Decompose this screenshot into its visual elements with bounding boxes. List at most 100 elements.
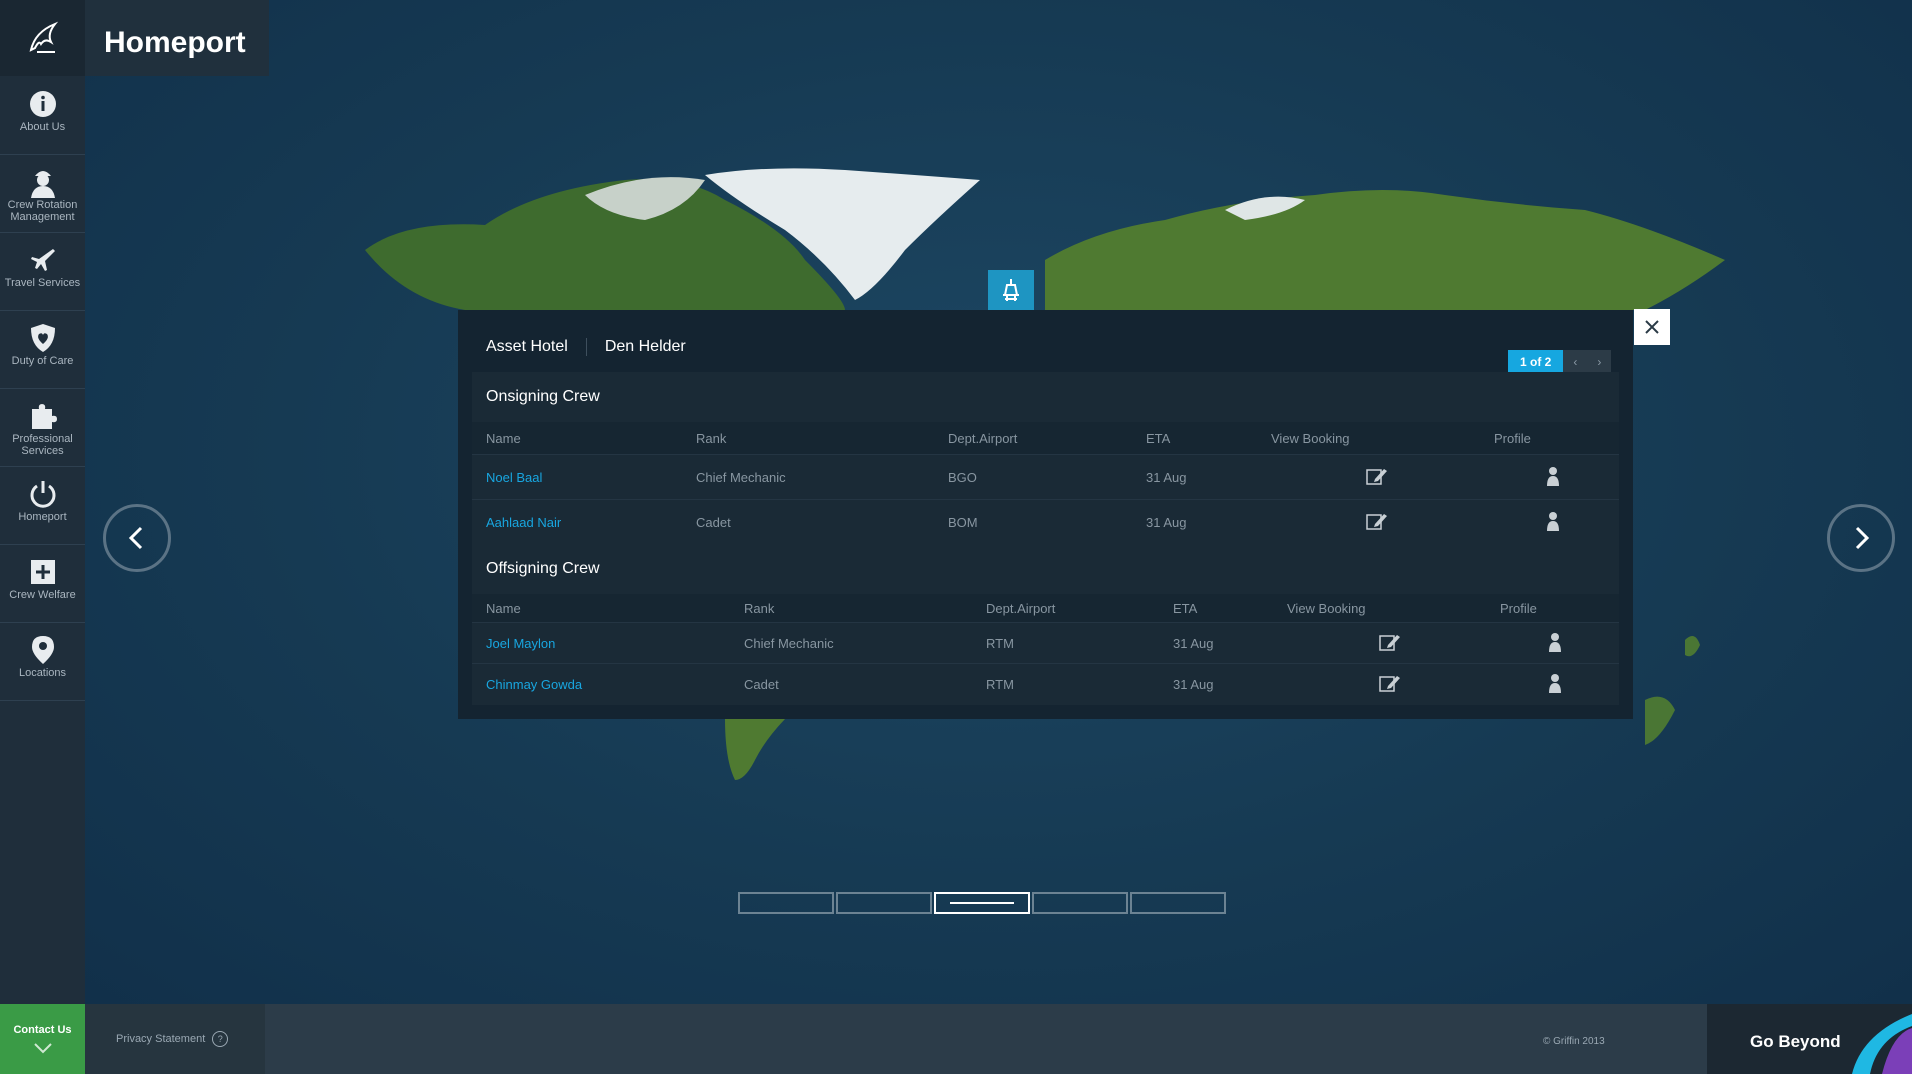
column-header: Profile <box>1494 422 1619 455</box>
onsigning-title: Onsigning Crew <box>486 388 600 405</box>
crew-details-modal: Asset Hotel Den Helder 1 of 2 ‹ › Onsign… <box>458 309 1670 719</box>
crew-name-link[interactable]: Noel Baal <box>472 454 696 500</box>
carousel-pager <box>738 892 1228 914</box>
chevron-down-icon <box>33 1043 52 1054</box>
privacy-statement-link[interactable]: Privacy Statement ? <box>85 1004 265 1074</box>
airport-cell: BOM <box>948 499 1146 545</box>
close-icon <box>1645 320 1659 334</box>
pager-dot[interactable] <box>738 892 834 914</box>
edit-booking-icon[interactable] <box>1366 511 1388 534</box>
edit-booking-icon[interactable] <box>1366 466 1388 489</box>
sidebar-item-label: About Us <box>19 121 66 133</box>
column-header: ETA <box>1146 422 1271 455</box>
shield-icon <box>30 321 56 355</box>
plus-icon <box>30 555 56 589</box>
crew-name-link[interactable]: Joel Maylon <box>472 622 744 664</box>
airport-cell: BGO <box>948 454 1146 500</box>
rank-cell: Cadet <box>696 499 948 545</box>
sidebar-item-homeport[interactable]: Homeport <box>0 467 85 545</box>
privacy-label: Privacy Statement <box>116 1033 206 1045</box>
column-header: Name <box>472 594 744 623</box>
sidebar: About Us Crew Rotation Management Travel… <box>0 0 85 1074</box>
profile-icon[interactable] <box>1546 511 1560 534</box>
pager-dot[interactable] <box>836 892 932 914</box>
next-page-button[interactable]: › <box>1587 350 1612 374</box>
sidebar-item-label: Crew Rotation Management <box>7 199 78 223</box>
profile-icon[interactable] <box>1548 632 1562 655</box>
sidebar-item-about-us[interactable]: About Us <box>0 77 85 155</box>
eta-cell: 31 Aug <box>1173 663 1287 705</box>
column-header: Dept.Airport <box>948 422 1146 455</box>
sidebar-item-label: Duty of Care <box>11 355 74 367</box>
brand-swoosh-icon <box>1852 1014 1912 1074</box>
chevron-right-icon <box>1855 526 1870 550</box>
logo[interactable] <box>0 0 85 76</box>
plane-icon <box>29 243 57 277</box>
table-row: Joel Maylon Chief Mechanic RTM 31 Aug <box>472 622 1619 664</box>
column-header: Name <box>472 422 696 455</box>
offsigning-title: Offsigning Crew <box>486 560 600 577</box>
column-header: View Booking <box>1287 594 1500 623</box>
table-header-row: Name Rank Dept.Airport ETA View Booking … <box>472 594 1619 623</box>
modal-header: Asset Hotel Den Helder <box>486 338 686 356</box>
next-arrow-button[interactable] <box>1827 504 1895 572</box>
profile-icon[interactable] <box>1548 673 1562 696</box>
pager-dot[interactable] <box>1130 892 1226 914</box>
eta-cell: 31 Aug <box>1173 622 1287 664</box>
oil-rig-icon <box>1003 279 1019 301</box>
offsigning-table: Name Rank Dept.Airport ETA View Booking … <box>472 594 1619 705</box>
sidebar-item-crew-rotation[interactable]: Crew Rotation Management <box>0 155 85 233</box>
tagline: Go Beyond <box>1750 1032 1841 1051</box>
previous-arrow-button[interactable] <box>103 504 171 572</box>
app-title: Homeport <box>85 0 269 76</box>
puzzle-icon <box>28 399 58 433</box>
contact-us-button[interactable]: Contact Us <box>0 1004 85 1074</box>
sidebar-item-duty-of-care[interactable]: Duty of Care <box>0 311 85 389</box>
pager-dot[interactable] <box>1032 892 1128 914</box>
offsigning-section: Offsigning Crew Name Rank Dept.Airport E… <box>472 544 1619 705</box>
power-icon <box>28 477 58 511</box>
tagline-panel: Go Beyond <box>1707 1004 1912 1074</box>
contact-us-label: Contact Us <box>13 1024 72 1036</box>
sidebar-item-professional-services[interactable]: Professional Services <box>0 389 85 467</box>
page-count: 1 of 2 <box>1508 350 1564 374</box>
crew-name-link[interactable]: Aahlaad Nair <box>472 499 696 545</box>
pager-dot-active[interactable] <box>934 892 1030 914</box>
airport-cell: RTM <box>986 663 1173 705</box>
table-row: Noel Baal Chief Mechanic BGO 31 Aug <box>472 454 1619 500</box>
sidebar-item-crew-welfare[interactable]: Crew Welfare <box>0 545 85 623</box>
column-header: Rank <box>696 422 948 455</box>
asset-name: Asset Hotel <box>486 338 568 355</box>
rig-location-marker[interactable] <box>988 270 1034 310</box>
airport-cell: RTM <box>986 622 1173 664</box>
header-divider <box>585 338 587 356</box>
rank-cell: Chief Mechanic <box>744 622 986 664</box>
sidebar-item-label: Travel Services <box>4 277 81 289</box>
chevron-left-icon <box>128 526 143 550</box>
modal-paging: 1 of 2 ‹ › <box>1508 350 1612 374</box>
table-row: Aahlaad Nair Cadet BOM 31 Aug <box>472 499 1619 545</box>
pin-icon <box>31 633 55 667</box>
column-header: Rank <box>744 594 986 623</box>
table-row: Chinmay Gowda Cadet RTM 31 Aug <box>472 663 1619 705</box>
info-icon <box>29 87 57 121</box>
edit-booking-icon[interactable] <box>1379 632 1401 655</box>
sidebar-item-locations[interactable]: Locations <box>0 623 85 701</box>
copyright: © Griffin 2013 <box>1543 1036 1605 1047</box>
sidebar-item-travel-services[interactable]: Travel Services <box>0 233 85 311</box>
eta-cell: 31 Aug <box>1146 454 1271 500</box>
crew-icon <box>29 165 57 199</box>
close-button[interactable] <box>1634 309 1670 345</box>
sidebar-item-label: Homeport <box>18 511 67 523</box>
edit-booking-icon[interactable] <box>1379 673 1401 696</box>
rank-cell: Chief Mechanic <box>696 454 948 500</box>
eta-cell: 31 Aug <box>1146 499 1271 545</box>
help-icon: ? <box>212 1031 229 1047</box>
rank-cell: Cadet <box>744 663 986 705</box>
footer: Privacy Statement ? © Griffin 2013 Go Be… <box>85 1004 1912 1074</box>
column-header: View Booking <box>1271 422 1494 455</box>
crew-name-link[interactable]: Chinmay Gowda <box>472 663 744 705</box>
profile-icon[interactable] <box>1546 466 1560 489</box>
column-header: Dept.Airport <box>986 594 1173 623</box>
prev-page-button[interactable]: ‹ <box>1563 350 1588 374</box>
